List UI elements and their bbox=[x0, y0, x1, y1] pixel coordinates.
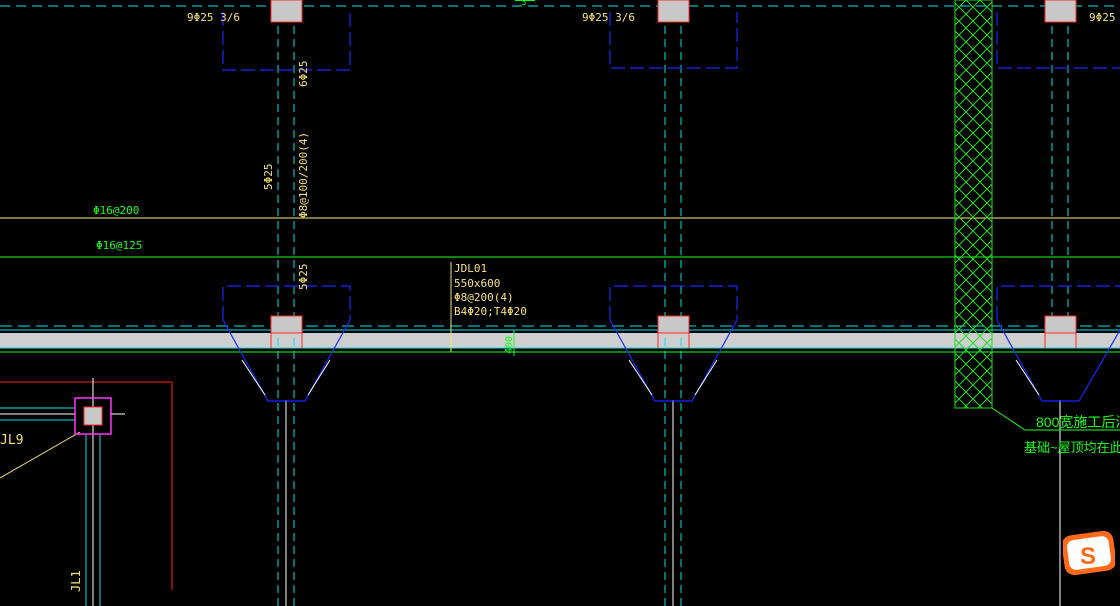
vert-stirrup-label: Φ8@100/200(4) bbox=[297, 132, 310, 218]
beam-bars-label: B4Φ20;T4Φ20 bbox=[454, 305, 527, 318]
post-cast-note-line2: 基础~屋顶均在此位 bbox=[1024, 440, 1120, 455]
beam-size-label: 550x600 bbox=[454, 277, 500, 290]
cad-drawing-canvas[interactable]: 3 Φ16@200 Φ16@125 9Φ25 3/6 9Φ25 3/6 9Φ25… bbox=[0, 0, 1120, 606]
vert-6phi25-label: 6Φ25 bbox=[297, 61, 310, 88]
column-1-top[interactable] bbox=[270, 0, 303, 23]
top-dim-label: 3 bbox=[521, 0, 526, 8]
jl1-label: JL1 bbox=[69, 570, 83, 592]
column-1-bottom[interactable] bbox=[270, 315, 303, 334]
post-cast-strip-hatch[interactable] bbox=[954, 0, 993, 409]
column-2-bottom[interactable] bbox=[657, 315, 690, 334]
slab-rebar-top-label: Φ16@200 bbox=[93, 204, 139, 217]
beam-dim-label: 400 bbox=[504, 336, 515, 354]
sogou-input-icon[interactable]: S bbox=[1061, 530, 1117, 576]
sogou-letter: S bbox=[1080, 543, 1096, 570]
column-group-3 bbox=[996, 0, 1120, 606]
beam-stirrup-label: Φ8@200(4) bbox=[454, 291, 514, 304]
foundation-beam-jdl01[interactable] bbox=[0, 333, 1120, 348]
slab-rebar-bottom-label: Φ16@125 bbox=[96, 239, 142, 252]
column-group-2 bbox=[609, 0, 738, 606]
vert-5phi25-label-b: 5Φ25 bbox=[297, 264, 310, 291]
column-group-1 bbox=[222, 0, 351, 606]
column-3-bottom[interactable] bbox=[1044, 315, 1077, 334]
jl9-column[interactable] bbox=[83, 406, 103, 426]
beam-name-label: JDL01 bbox=[454, 262, 487, 275]
post-cast-leader bbox=[991, 407, 1026, 431]
col2-top-rebar-label: 9Φ25 3/6 bbox=[582, 11, 635, 24]
col1-top-rebar-label: 9Φ25 3/6 bbox=[187, 11, 240, 24]
jl9-label: JL9 bbox=[0, 433, 23, 448]
post-cast-note-line1: 800宽施工后浇带 bbox=[1036, 414, 1120, 430]
column-3-top[interactable] bbox=[1044, 0, 1077, 23]
col3-top-rebar-label: 9Φ25 bbox=[1089, 11, 1116, 24]
column-2-top[interactable] bbox=[657, 0, 690, 23]
vert-5phi25-label-a: 5Φ25 bbox=[262, 164, 275, 191]
